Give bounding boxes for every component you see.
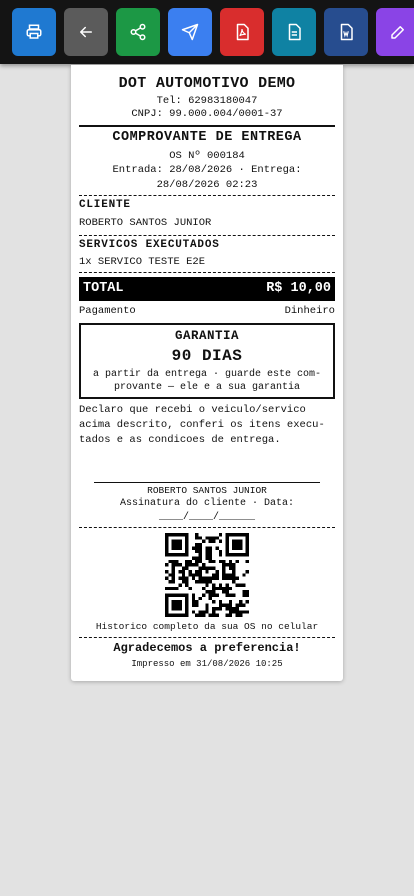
shop-cnpj: CNPJ: 99.000.004/0001-37	[131, 108, 283, 120]
document-title: COMPROVANTE DE ENTREGA	[112, 130, 302, 145]
pdf-button[interactable]	[220, 8, 264, 56]
thanks-message: Agradecemos a preferencia!	[113, 641, 301, 655]
declaration-line-2: acima descrito, conferi os itens execu-	[79, 419, 325, 431]
divider	[79, 272, 335, 273]
signature-date: ____/____/______	[158, 512, 255, 523]
declaration-line-1: Declaro que recebi o veiculo/servico	[79, 404, 306, 416]
back-button[interactable]	[64, 8, 108, 56]
delivery-receipt: DOT AUTOMOTIVO DEMO Tel: 62983180047 CNP…	[71, 65, 343, 681]
send-button[interactable]	[168, 8, 212, 56]
document-icon	[288, 23, 301, 41]
send-icon	[181, 23, 199, 41]
action-toolbar	[0, 0, 414, 64]
declaration-line-3: tados e as condicoes de entrega.	[79, 434, 281, 446]
arrow-left-icon	[80, 26, 92, 38]
qr-caption: Historico completo da sua OS no celular	[95, 621, 319, 632]
share-button[interactable]	[116, 8, 160, 56]
divider	[79, 637, 335, 638]
signature-line	[94, 482, 320, 483]
qr-code[interactable]	[165, 533, 249, 617]
warranty-days: 90 DIAS	[171, 347, 243, 365]
os-number: OS Nº 000184	[169, 150, 245, 162]
edit-button[interactable]	[376, 8, 414, 56]
client-name: ROBERTO SANTOS JUNIOR	[79, 217, 212, 229]
divider	[79, 195, 335, 196]
total-value: R$ 10,00	[266, 281, 331, 296]
divider	[79, 125, 335, 127]
print-button[interactable]	[12, 8, 56, 56]
warranty-line-2: provante — ele e a sua garantia	[113, 382, 301, 393]
document-button[interactable]	[272, 8, 316, 56]
share-icon	[130, 23, 146, 41]
signature-label: Assinatura do cliente · Data:	[119, 498, 295, 509]
services-section-title: SERVICOS EXECUTADOS	[79, 239, 220, 251]
total-label: TOTAL	[83, 281, 124, 296]
client-section-title: CLIENTE	[79, 199, 131, 211]
shop-name: DOT AUTOMOTIVO DEMO	[118, 75, 296, 92]
word-icon	[340, 23, 353, 41]
shop-phone: Tel: 62983180047	[156, 95, 258, 107]
word-button[interactable]	[324, 8, 368, 56]
warranty-title: GARANTIA	[174, 329, 239, 343]
divider	[79, 527, 335, 528]
printer-icon	[26, 24, 42, 39]
pdf-icon	[236, 23, 249, 41]
dates-line-2: 28/08/2026 02:23	[156, 179, 258, 191]
dates-line-1: Entrada: 28/08/2026 · Entrega:	[112, 164, 302, 176]
service-item: 1x SERVICO TESTE E2E	[79, 256, 206, 268]
signature-name: ROBERTO SANTOS JUNIOR	[147, 485, 267, 496]
total-bar: TOTAL R$ 10,00	[79, 277, 335, 301]
warranty-line-1: a partir da entrega · guarde este com-	[92, 369, 322, 380]
payment-value: Dinheiro	[284, 305, 335, 317]
warranty-box: GARANTIA 90 DIAS a partir da entrega · g…	[79, 323, 335, 399]
edit-icon	[391, 26, 404, 39]
printed-timestamp: Impresso em 31/08/2026 10:25	[131, 659, 283, 669]
divider	[79, 235, 335, 236]
